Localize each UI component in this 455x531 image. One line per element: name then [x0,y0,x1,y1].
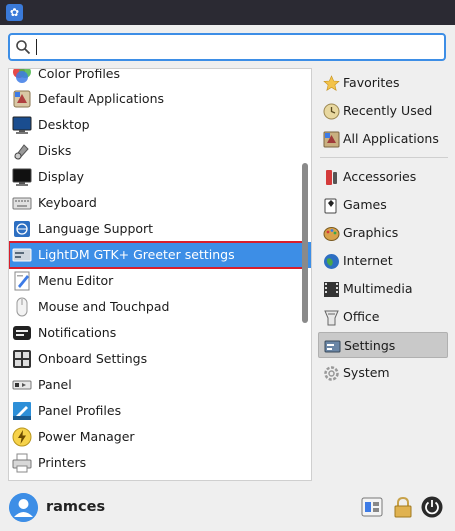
app-label: Printers [38,455,87,470]
app-label: Power Manager [38,429,135,444]
list-item[interactable]: Desktop [9,112,311,138]
accessories-icon [326,170,337,185]
username: ramces [46,499,106,515]
category-label: System [343,365,390,380]
notifications-icon [13,326,31,340]
list-item[interactable]: Notifications [9,320,311,346]
list-item[interactable]: Panel Profiles [9,398,311,424]
list-item[interactable]: Menu Editor [9,268,311,294]
application-list[interactable]: Color Profiles Default Applications Desk… [8,68,312,481]
scrollbar-thumb[interactable] [302,163,308,323]
games-icon [324,198,337,214]
category-label: All Applications [343,131,439,146]
app-label: Disks [38,143,72,158]
panel-icon [12,380,32,390]
category-label: Internet [343,253,393,268]
list-item[interactable]: Default Applications [9,86,311,112]
disks-icon [14,144,29,160]
category-accessories[interactable]: Accessories [318,164,448,190]
list-item[interactable]: Mouse and Touchpad [9,294,311,320]
category-label: Games [343,197,387,212]
printer-icon [12,453,32,473]
app-label: Panel [38,377,72,392]
user-avatar-icon[interactable] [9,493,38,522]
search-icon [16,40,31,55]
keyboard-icon [12,197,32,210]
category-internet[interactable]: Internet [318,248,448,274]
category-separator [320,157,448,158]
app-label: Keyboard [38,195,97,210]
list-item[interactable]: Panel [9,372,311,398]
power-manager-icon [12,427,32,447]
globe-icon [324,254,339,269]
search-input[interactable] [34,37,438,59]
category-system[interactable]: System [318,360,448,386]
settings-manager-icon[interactable] [361,496,383,518]
category-label: Office [343,309,380,324]
app-label: Notifications [38,325,117,340]
app-label: Color Profiles [38,68,120,81]
app-label: Onboard Settings [38,351,148,366]
xfce-logo-icon[interactable]: ✿ [6,4,23,21]
category-favorites[interactable]: Favorites [318,70,448,96]
list-item[interactable]: Printers [9,450,311,476]
app-label: Display [38,169,85,184]
power-button-icon[interactable] [421,496,443,518]
language-support-icon [14,221,30,237]
category-settings[interactable]: Settings [318,332,448,358]
graphics-icon [323,227,340,241]
category-label: Recently Used [343,103,433,118]
list-item[interactable]: Disks [9,138,311,164]
category-list: Favorites Recently Used All Applications… [318,68,448,481]
app-label: Panel Profiles [38,403,122,418]
app-label: Mouse and Touchpad [38,299,170,314]
all-applications-icon [323,131,340,148]
color-profiles-icon [13,69,31,83]
lock-icon[interactable] [392,496,414,518]
onboard-icon [13,350,31,368]
category-label: Multimedia [343,281,413,296]
category-all-applications[interactable]: All Applications [318,126,448,152]
app-label: Default Applications [38,91,165,106]
display-icon [12,168,32,186]
category-graphics[interactable]: Graphics [318,220,448,246]
text-caret [36,39,37,55]
gear-icon [324,366,339,381]
app-label: Desktop [38,117,90,132]
list-item[interactable]: Keyboard [9,190,311,216]
list-item[interactable]: Language Support [9,216,311,242]
list-item[interactable]: Color Profiles [9,68,311,87]
category-label: Favorites [343,75,400,90]
panel-profiles-icon [13,402,31,420]
settings-icon [324,340,341,353]
category-office[interactable]: Office [318,304,448,330]
menu-editor-icon [14,271,30,291]
search-box[interactable] [8,33,446,61]
app-label: Menu Editor [38,273,114,288]
category-label: Accessories [343,169,417,184]
mouse-icon [16,297,28,317]
desktop-icon [12,116,32,134]
list-item[interactable]: Display [9,164,311,190]
category-multimedia[interactable]: Multimedia [318,276,448,302]
default-applications-icon [13,90,31,108]
category-recently-used[interactable]: Recently Used [318,98,448,124]
multimedia-icon [324,282,339,297]
category-label: Settings [344,338,396,353]
bottom-bar: ramces [0,490,455,531]
category-label: Graphics [343,225,399,240]
list-item[interactable]: Onboard Settings [9,346,311,372]
office-icon [324,310,339,326]
list-item[interactable]: Power Manager [9,424,311,450]
list-item-selected[interactable]: LightDM GTK+ Greeter settings [9,241,311,269]
clock-icon [323,103,340,120]
category-games[interactable]: Games [318,192,448,218]
star-icon [323,75,340,91]
lightdm-greeter-icon [12,248,32,262]
app-label: LightDM GTK+ Greeter settings [38,247,235,262]
top-panel: ✿ [0,0,455,25]
app-label: Language Support [38,221,154,236]
